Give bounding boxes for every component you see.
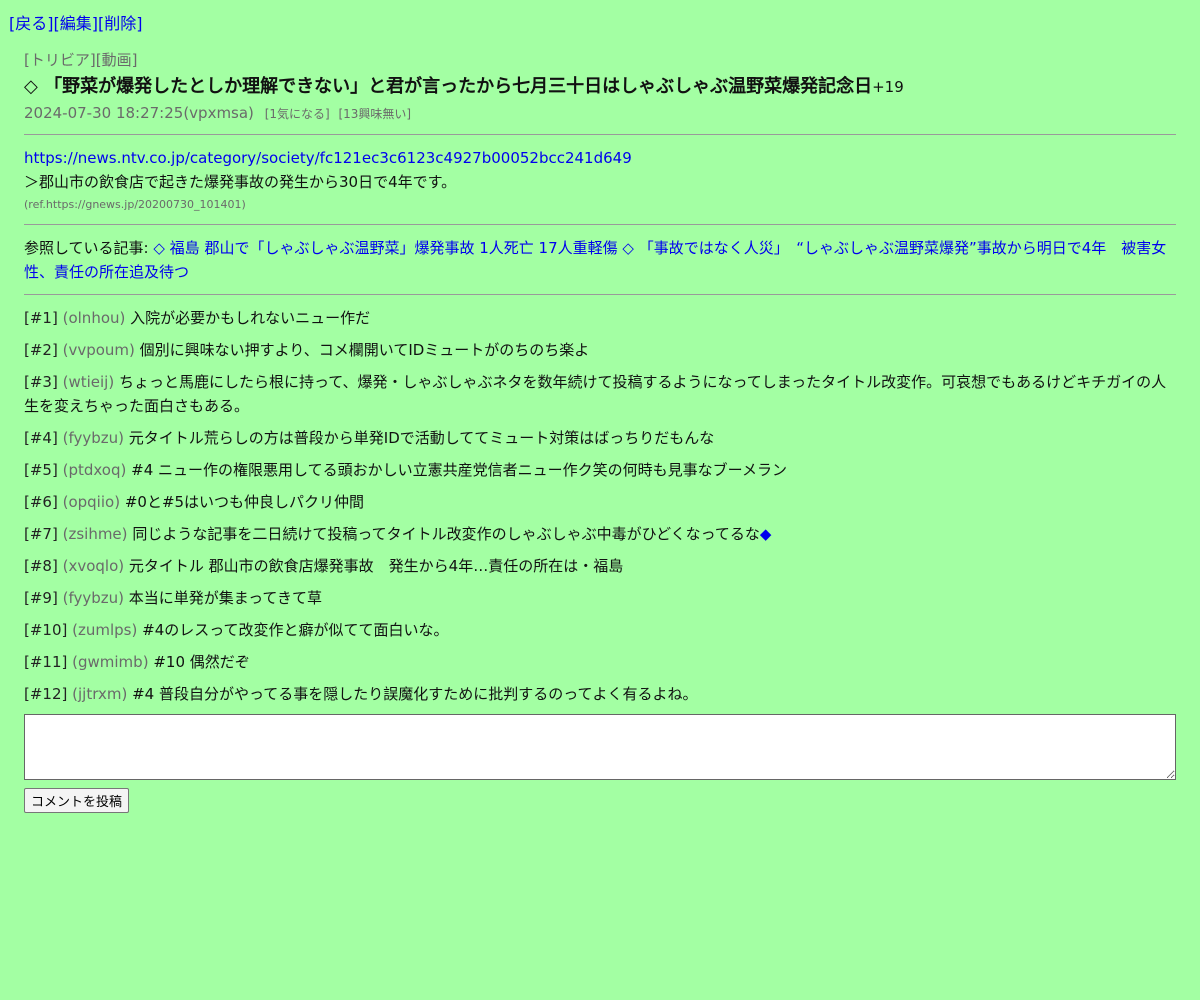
comment-user-id: (jjtrxm) <box>72 685 128 703</box>
not-interested-button[interactable]: [13興味無い] <box>338 107 411 121</box>
comment-text: 入院が必要かもしれないニュー作だ <box>130 309 371 327</box>
article-meta: 2024-07-30 18:27:25(vpxmsa) [1気になる] [13興… <box>24 103 1176 124</box>
comment-number: [#6] <box>24 493 58 511</box>
category-tags: [トリビア][動画] <box>24 50 1176 70</box>
comment-number: [#2] <box>24 341 58 359</box>
comment-text: #4 ニュー作の権限悪用してる頭おかしい立憲共産党信者ニュー作ク笑の何時も見事な… <box>131 461 787 479</box>
related-articles: 参照している記事: ◇ 福島 郡山で「しゃぶしゃぶ温野菜」爆発事故 1人死亡 1… <box>24 236 1176 284</box>
comment-text: #4 普段自分がやってる事を隠したり誤魔化すために批判するのってよく有るよね。 <box>132 685 698 703</box>
comment-item: [#12] (jjtrxm) #4 普段自分がやってる事を隠したり誤魔化すために… <box>24 682 1176 706</box>
quote-text: ＞郡山市の飲食店で起きた爆発事故の発生から30日で4年です。 <box>24 173 457 191</box>
top-nav: [戻る][編集][削除] <box>9 10 143 34</box>
comment-item: [#5] (ptdxoq) #4 ニュー作の権限悪用してる頭おかしい立憲共産党信… <box>24 458 1176 482</box>
comment-number: [#5] <box>24 461 58 479</box>
related-link-1[interactable]: ◇ 福島 郡山で「しゃぶしゃぶ温野菜」爆発事故 1人死亡 17人重軽傷 <box>153 239 617 257</box>
score-badge: +19 <box>872 78 904 96</box>
comment-user-id: (zumlps) <box>72 621 138 639</box>
source-url-link[interactable]: https://news.ntv.co.jp/category/society/… <box>24 149 632 167</box>
article-container: [トリビア][動画] ◇ 「野菜が爆発したとしか理解できない」と君が言ったから七… <box>24 50 1176 813</box>
comment-item: [#3] (wtieij) ちょっと馬鹿にしたら根に持って、爆発・しゃぶしゃぶネ… <box>24 370 1176 418</box>
interested-button[interactable]: [1気になる] <box>265 107 330 121</box>
comment-text: #10 偶然だぞ <box>153 653 250 671</box>
comment-item: [#11] (gwmimb) #10 偶然だぞ <box>24 650 1176 674</box>
delete-link[interactable]: [削除] <box>98 14 143 33</box>
title-row: ◇ 「野菜が爆発したとしか理解できない」と君が言ったから七月三十日はしゃぶしゃぶ… <box>24 74 1176 100</box>
comment-number: [#7] <box>24 525 58 543</box>
comment-item: [#8] (xvoqlo) 元タイトル 郡山市の飲食店爆発事故 発生から4年…責… <box>24 554 1176 578</box>
comment-number: [#4] <box>24 429 58 447</box>
post-comment-button[interactable]: コメントを投稿 <box>24 788 130 813</box>
comment-number: [#1] <box>24 309 58 327</box>
author-id: (vpxmsa) <box>183 104 254 122</box>
comment-number: [#8] <box>24 557 58 575</box>
comment-item: [#4] (fyybzu) 元タイトル荒らしの方は普段から単発IDで活動しててミ… <box>24 426 1176 450</box>
comment-item: [#10] (zumlps) #4のレスって改変作と癖が似てて面白いな。 <box>24 618 1176 642</box>
comment-text: 個別に興味ない押すより、コメ欄開いてIDミュートがのちのち楽よ <box>139 341 590 359</box>
comment-user-id: (gwmimb) <box>72 653 149 671</box>
comment-text: 元タイトル 郡山市の飲食店爆発事故 発生から4年…責任の所在は・福島 <box>128 557 624 575</box>
comment-user-id: (vvpoum) <box>62 341 135 359</box>
comment-number: [#12] <box>24 685 68 703</box>
comment-user-id: (fyybzu) <box>62 429 124 447</box>
comment-number: [#9] <box>24 589 58 607</box>
comment-user-id: (wtieij) <box>62 373 115 391</box>
comment-text: ちょっと馬鹿にしたら根に持って、爆発・しゃぶしゃぶネタを数年続けて投稿するように… <box>24 373 1167 415</box>
post-date: 2024-07-30 18:27:25 <box>24 104 184 122</box>
article-title: ◇ 「野菜が爆発したとしか理解できない」と君が言ったから七月三十日はしゃぶしゃぶ… <box>24 76 873 97</box>
comment-number: [#3] <box>24 373 58 391</box>
comment-textarea[interactable] <box>24 714 1176 780</box>
comment-text: 同じような記事を二日続けて投稿ってタイトル改変作のしゃぶしゃぶ中毒がひどくなって… <box>132 525 760 543</box>
divider <box>24 134 1176 135</box>
comment-item: [#9] (fyybzu) 本当に単発が集まってきて草 <box>24 586 1176 610</box>
comment-item: [#6] (opqiio) #0と#5はいつも仲良しパクリ仲間 <box>24 490 1176 514</box>
comment-diamond-link[interactable]: ◆ <box>760 525 772 543</box>
comment-item: [#1] (olnhou) 入院が必要かもしれないニュー作だ <box>24 306 1176 330</box>
divider <box>24 294 1176 295</box>
back-link[interactable]: [戻る] <box>9 14 54 33</box>
related-label: 参照している記事: <box>24 239 154 257</box>
comment-user-id: (ptdxoq) <box>62 461 127 479</box>
comment-user-id: (xvoqlo) <box>62 557 125 575</box>
category-video: [動画] <box>95 51 138 69</box>
edit-link[interactable]: [編集] <box>54 14 99 33</box>
comment-text: 元タイトル荒らしの方は普段から単発IDで活動しててミュート対策はばっちりだもんな <box>128 429 715 447</box>
comment-user-id: (fyybzu) <box>62 589 124 607</box>
comment-list: [#1] (olnhou) 入院が必要かもしれないニュー作だ [#2] (vvp… <box>24 306 1176 706</box>
comment-item: [#7] (zsihme) 同じような記事を二日続けて投稿ってタイトル改変作のし… <box>24 522 1176 546</box>
comment-user-id: (zsihme) <box>62 525 128 543</box>
reference-text: (ref.https://gnews.jp/20200730_101401) <box>24 198 246 211</box>
comment-number: [#11] <box>24 653 68 671</box>
comment-text: 本当に単発が集まってきて草 <box>128 589 322 607</box>
comment-number: [#10] <box>24 621 68 639</box>
comment-item: [#2] (vvpoum) 個別に興味ない押すより、コメ欄開いてIDミュートがの… <box>24 338 1176 362</box>
comment-user-id: (olnhou) <box>62 309 126 327</box>
category-trivia: [トリビア] <box>24 51 96 69</box>
comment-text: #0と#5はいつも仲良しパクリ仲間 <box>124 493 365 511</box>
comment-user-id: (opqiio) <box>62 493 121 511</box>
comment-text: #4のレスって改変作と癖が似てて面白いな。 <box>142 621 449 639</box>
divider <box>24 224 1176 225</box>
